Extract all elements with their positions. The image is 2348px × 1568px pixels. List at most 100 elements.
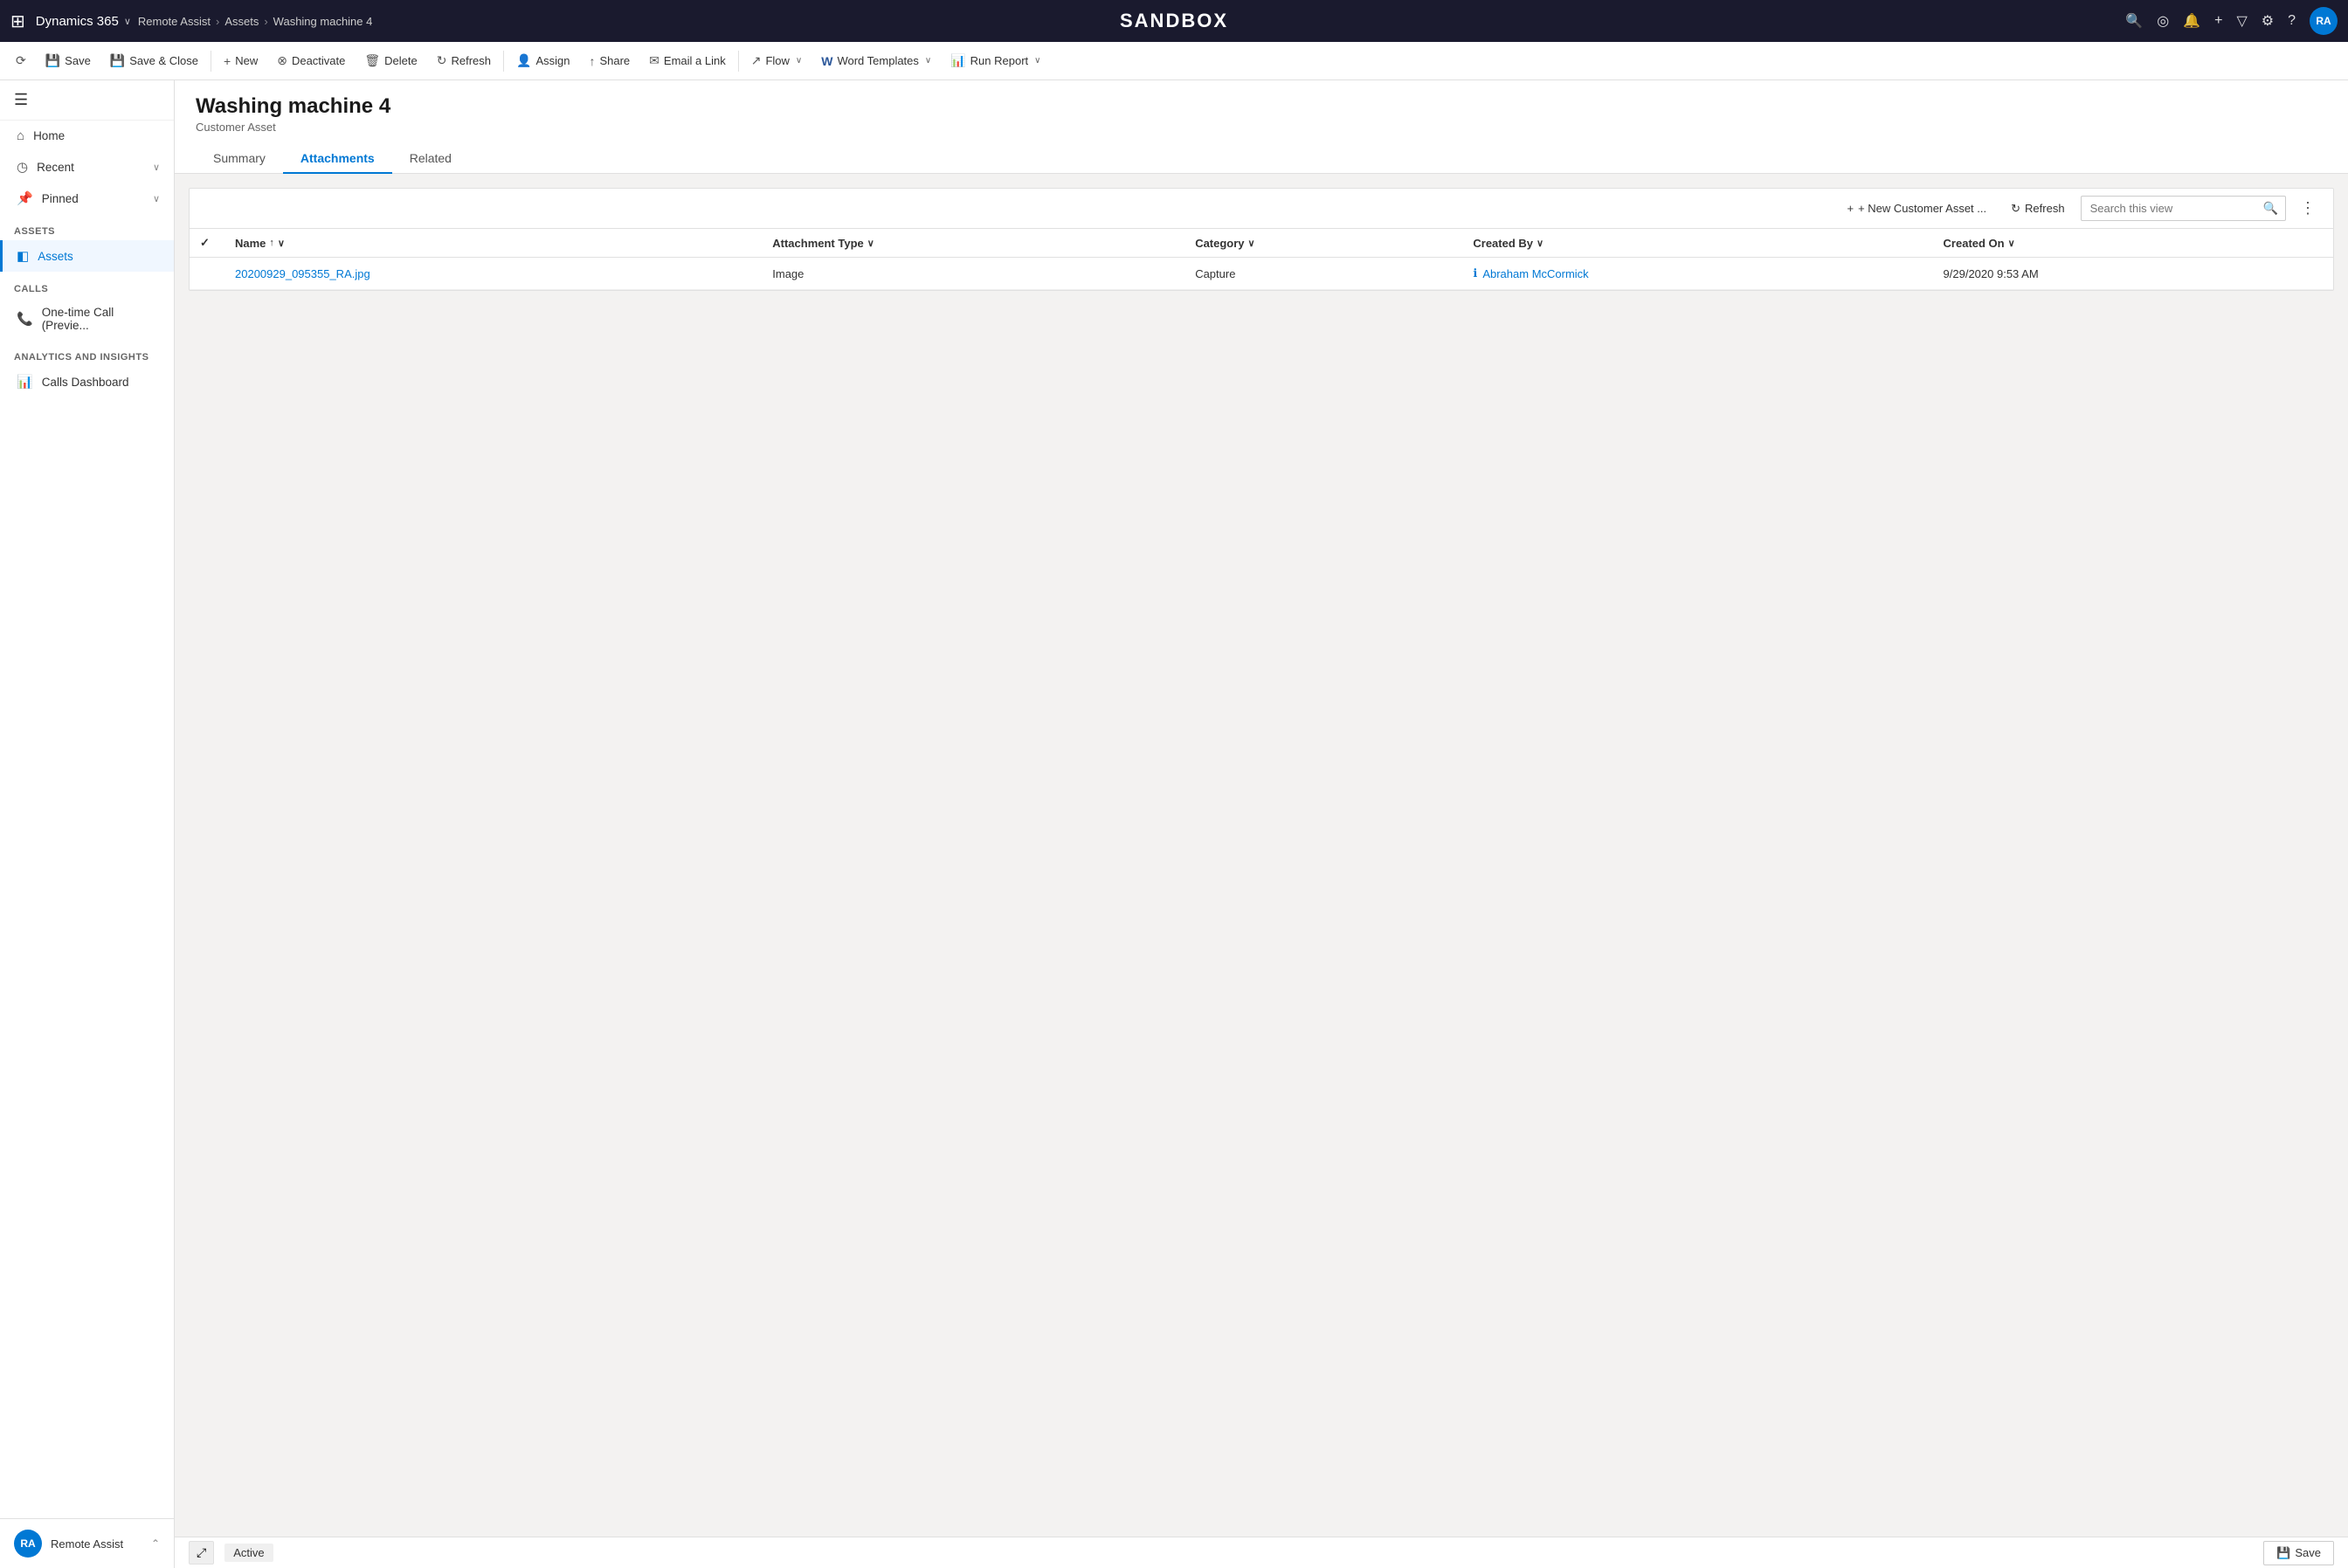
calls-section-label: Calls (0, 272, 174, 298)
brand-name: Dynamics 365 (36, 14, 119, 29)
main-content: Washing machine 4 Customer Asset Summary… (175, 80, 2348, 1568)
tab-summary[interactable]: Summary (196, 144, 283, 174)
assign-button[interactable]: 👤 Assign (508, 50, 578, 72)
sub-grid-refresh-button[interactable]: ↻ Refresh (2002, 197, 2073, 220)
more-options-button[interactable]: ⋮ (2293, 196, 2323, 221)
history-button[interactable]: ⟳ (7, 50, 35, 72)
save-button[interactable]: 💾 Save (37, 50, 100, 72)
tab-attachments[interactable]: Attachments (283, 144, 392, 174)
command-bar: ⟳ 💾 Save 💾 Save & Close + New ⊗ Deactiva… (0, 42, 2348, 80)
assets-section-label: Assets (0, 214, 174, 240)
sidebar-item-home[interactable]: ⌂ Home (0, 121, 174, 151)
col-header-name[interactable]: Name ↑ ∨ (224, 229, 762, 258)
col-attachment-type-filter-icon[interactable]: ∨ (867, 238, 874, 249)
new-button[interactable]: + New (215, 51, 266, 72)
col-header-created-on[interactable]: Created On ∨ (1933, 229, 2333, 258)
page-subtitle: Customer Asset (196, 121, 2327, 134)
breadcrumb-sep-1: › (216, 15, 219, 28)
sidebar-item-home-label: Home (33, 129, 65, 142)
filter-icon[interactable]: ▽ (2236, 12, 2247, 30)
user-avatar[interactable]: RA (2310, 7, 2338, 35)
expand-icon: ⤢ (197, 1545, 206, 1559)
attachment-type-value: Image (772, 267, 804, 280)
recent-icon: ◷ (17, 159, 28, 175)
breadcrumb-item-assets[interactable]: Assets (224, 15, 259, 28)
save-close-icon: 💾 (110, 53, 125, 68)
settings-icon[interactable]: ⚙ (2262, 12, 2274, 30)
plus-icon[interactable]: + (2214, 13, 2222, 29)
run-report-button[interactable]: 📊 Run Report ∨ (942, 50, 1049, 72)
calls-dashboard-icon: 📊 (17, 374, 33, 390)
delete-button[interactable]: 🗑 Delete (356, 50, 425, 72)
app-layout: ☰ ⌂ Home ◷ Recent ∨ 📌 Pinned ∨ Assets ◧ … (0, 80, 2348, 1568)
status-badge: Active (224, 1544, 273, 1562)
share-button[interactable]: ↑ Share (580, 51, 639, 72)
attachments-table: ✓ Name ↑ ∨ Attach (190, 229, 2333, 290)
brand-chevron-icon: ∨ (124, 16, 131, 27)
new-customer-asset-plus-icon: + (1847, 202, 1854, 215)
target-icon[interactable]: ◎ (2157, 12, 2169, 30)
sidebar-item-one-time-call[interactable]: 📞 One-time Call (Previe... (0, 298, 174, 340)
col-created-by-filter-icon[interactable]: ∨ (1537, 238, 1543, 249)
run-report-icon: 📊 (950, 53, 965, 68)
col-created-on-filter-icon[interactable]: ∨ (2008, 238, 2015, 249)
brand-logo[interactable]: Dynamics 365 ∨ (36, 14, 131, 29)
created-by-link[interactable]: Abraham McCormick (1482, 267, 1588, 280)
status-save-icon: 💾 (2276, 1546, 2290, 1560)
one-time-call-icon: 📞 (17, 311, 33, 327)
sidebar-footer[interactable]: RA Remote Assist ⌃ (0, 1518, 174, 1568)
col-name-label: Name (235, 237, 266, 250)
status-save-label: Save (2295, 1546, 2321, 1559)
search-input[interactable] (2082, 197, 2256, 219)
col-category-filter-icon[interactable]: ∨ (1248, 238, 1255, 249)
category-value: Capture (1195, 267, 1235, 280)
search-submit-button[interactable]: 🔍 (2256, 197, 2285, 220)
col-header-attachment-type[interactable]: Attachment Type ∨ (762, 229, 1184, 258)
status-save-button[interactable]: 💾 Save (2263, 1541, 2334, 1565)
tab-related[interactable]: Related (392, 144, 469, 174)
col-created-on-label: Created On (1944, 237, 2005, 250)
sub-grid-refresh-label: Refresh (2025, 202, 2065, 215)
sidebar-item-recent[interactable]: ◷ Recent ∨ (0, 151, 174, 183)
refresh-button[interactable]: ↻ Refresh (428, 50, 500, 72)
breadcrumb-sep-2: › (264, 15, 267, 28)
col-header-category[interactable]: Category ∨ (1184, 229, 1462, 258)
analytics-section-label: Analytics and Insights (0, 340, 174, 366)
col-header-created-by[interactable]: Created By ∨ (1462, 229, 1932, 258)
search-icon[interactable]: 🔍 (2125, 12, 2143, 30)
save-close-button[interactable]: 💾 Save & Close (101, 50, 207, 72)
email-link-button[interactable]: ✉ Email a Link (640, 50, 735, 72)
sub-grid-refresh-icon: ↻ (2011, 202, 2020, 216)
sidebar-menu-button[interactable]: ☰ (0, 80, 174, 121)
row-checkbox[interactable] (190, 258, 224, 290)
waffle-menu-icon[interactable]: ⊞ (10, 10, 25, 32)
row-name-cell: 20200929_095355_RA.jpg (224, 258, 762, 290)
search-box: 🔍 (2081, 196, 2286, 221)
delete-icon: 🗑 (364, 53, 380, 68)
bell-icon[interactable]: 🔔 (2183, 12, 2200, 30)
sidebar-item-assets-label: Assets (38, 250, 73, 263)
sidebar-item-pinned[interactable]: 📌 Pinned ∨ (0, 183, 174, 214)
flow-button[interactable]: ↗ Flow ∨ (742, 50, 811, 72)
sort-asc-icon: ↑ (269, 238, 274, 248)
pinned-chevron-icon: ∨ (153, 193, 160, 204)
breadcrumb-item-remote-assist[interactable]: Remote Assist (138, 15, 211, 28)
expand-button[interactable]: ⤢ (189, 1541, 214, 1565)
new-icon: + (224, 54, 231, 68)
new-customer-asset-button[interactable]: + + New Customer Asset ... (1839, 197, 1996, 219)
deactivate-button[interactable]: ⊗ Deactivate (268, 50, 354, 72)
email-icon: ✉ (649, 53, 660, 68)
sidebar-item-calls-dashboard[interactable]: 📊 Calls Dashboard (0, 366, 174, 397)
recent-chevron-icon: ∨ (153, 162, 160, 173)
page-header: Washing machine 4 Customer Asset Summary… (175, 80, 2348, 174)
col-name-filter-icon[interactable]: ∨ (278, 238, 285, 249)
word-templates-button[interactable]: W Word Templates ∨ (812, 51, 940, 72)
select-all-header[interactable]: ✓ (190, 229, 224, 258)
sidebar-item-pinned-label: Pinned (42, 192, 79, 205)
sidebar-item-assets[interactable]: ◧ Assets (0, 240, 174, 272)
deactivate-icon: ⊗ (277, 53, 287, 68)
attachment-name-link[interactable]: 20200929_095355_RA.jpg (235, 267, 370, 280)
cmd-separator-2 (503, 51, 504, 72)
sidebar: ☰ ⌂ Home ◷ Recent ∨ 📌 Pinned ∨ Assets ◧ … (0, 80, 175, 1568)
help-icon[interactable]: ? (2288, 13, 2296, 29)
